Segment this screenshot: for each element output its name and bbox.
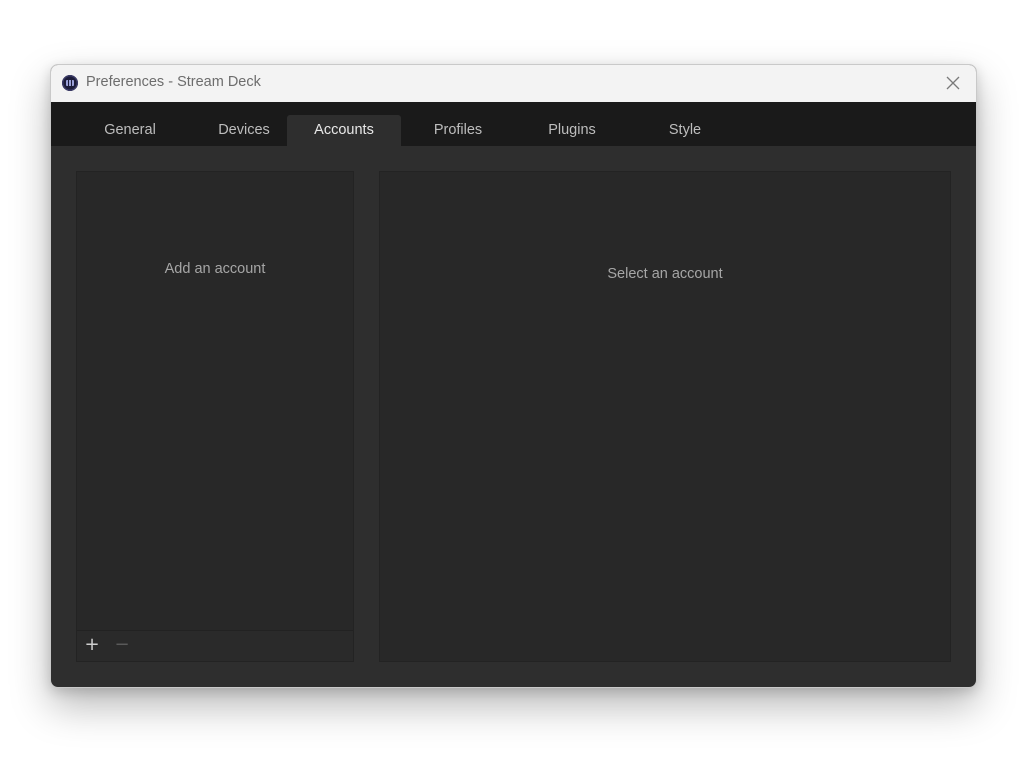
tab-style[interactable]: Style bbox=[628, 115, 742, 146]
tab-devices[interactable]: Devices bbox=[187, 115, 301, 146]
stream-deck-icon bbox=[62, 75, 78, 91]
window-title: Preferences - Stream Deck bbox=[86, 74, 261, 90]
add-account-button[interactable]: + bbox=[81, 634, 103, 656]
close-icon bbox=[946, 76, 960, 90]
tab-profiles[interactable]: Profiles bbox=[401, 115, 515, 146]
tab-general[interactable]: General bbox=[73, 115, 187, 146]
preferences-tabs: General Devices Accounts Profiles Plugin… bbox=[51, 102, 976, 146]
accounts-list-panel[interactable]: Add an account + − bbox=[76, 171, 354, 662]
close-button[interactable] bbox=[936, 67, 970, 99]
preferences-window: Preferences - Stream Deck General Device… bbox=[50, 64, 977, 688]
title-bar[interactable]: Preferences - Stream Deck bbox=[51, 65, 976, 102]
add-account-hint: Add an account bbox=[164, 261, 266, 277]
accounts-list-toolbar: + − bbox=[77, 630, 353, 661]
account-details-panel: Select an account bbox=[379, 171, 951, 662]
tab-plugins[interactable]: Plugins bbox=[515, 115, 629, 146]
tab-accounts[interactable]: Accounts bbox=[287, 115, 401, 146]
select-account-hint: Select an account bbox=[607, 266, 723, 282]
remove-account-button[interactable]: − bbox=[111, 634, 133, 656]
